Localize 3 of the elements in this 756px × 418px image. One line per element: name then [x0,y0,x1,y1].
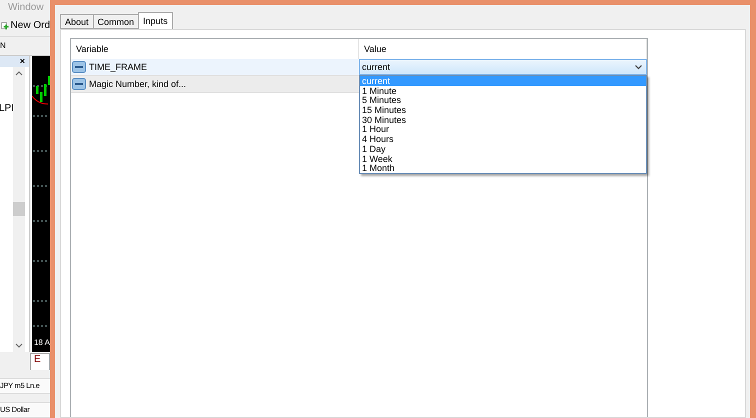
variable-name: Magic Number, kind of... [89,79,186,89]
variable-name: TIME_FRAME [89,62,148,72]
chart-time-label: 18 A [32,338,50,349]
